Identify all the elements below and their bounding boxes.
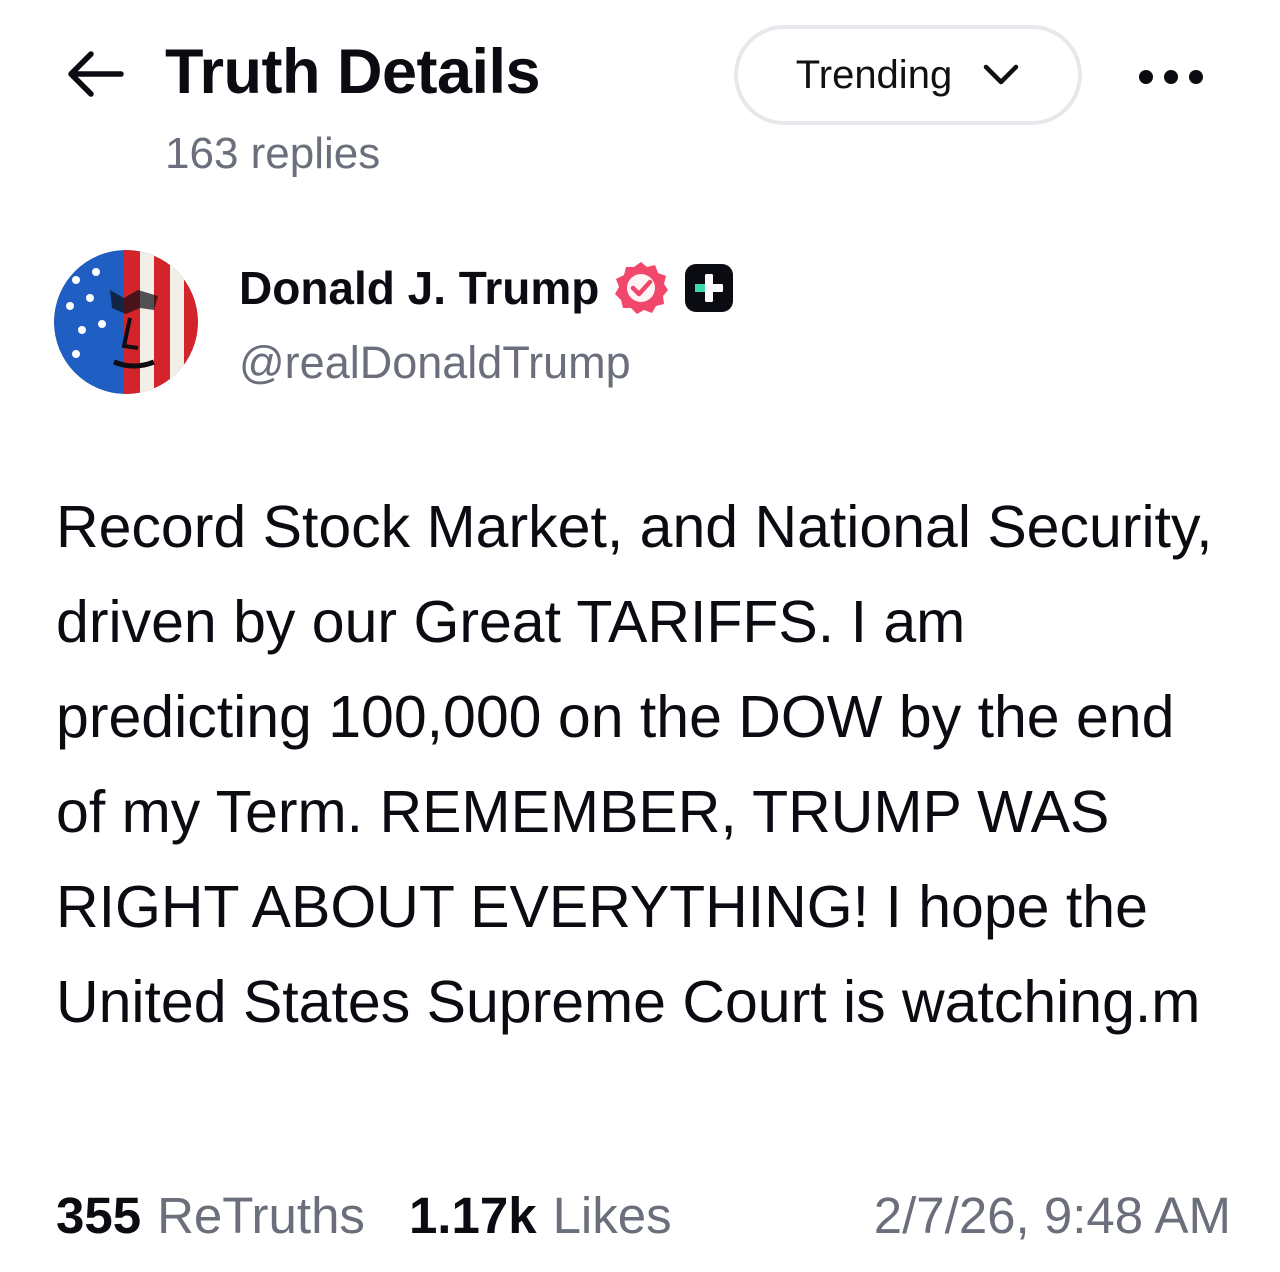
plus-badge-icon xyxy=(683,262,735,314)
back-button[interactable] xyxy=(62,44,128,104)
author-row: Donald J. Trump xyxy=(239,258,735,318)
arrow-left-icon xyxy=(68,51,124,97)
retruths-stat[interactable]: 355 ReTruths xyxy=(56,1186,365,1245)
likes-stat[interactable]: 1.17k Likes xyxy=(409,1186,672,1245)
page-title: Truth Details xyxy=(165,37,541,107)
sort-dropdown[interactable]: Trending xyxy=(734,25,1082,125)
likes-label: Likes xyxy=(552,1186,672,1244)
more-options-button[interactable] xyxy=(1134,54,1208,100)
avatar[interactable] xyxy=(54,250,198,394)
retruths-label: ReTruths xyxy=(157,1186,365,1244)
post-stats: 355 ReTruths 1.17k Likes 2/7/26, 9:48 AM xyxy=(56,1180,1231,1250)
more-horizontal-icon xyxy=(1139,70,1203,84)
author-handle[interactable]: @realDonaldTrump xyxy=(239,334,631,392)
flag-portrait-avatar xyxy=(54,250,198,394)
reply-count: 163 replies xyxy=(165,129,381,178)
verified-badge-icon xyxy=(613,260,669,316)
sort-label: Trending xyxy=(795,52,953,97)
post-text: Record Stock Market, and National Securi… xyxy=(56,494,1213,1035)
author-name[interactable]: Donald J. Trump xyxy=(239,261,599,315)
retruths-count: 355 xyxy=(56,1186,142,1244)
post-timestamp: 2/7/26, 9:48 AM xyxy=(873,1186,1231,1244)
likes-count: 1.17k xyxy=(408,1186,537,1244)
chevron-down-icon xyxy=(982,63,1020,87)
